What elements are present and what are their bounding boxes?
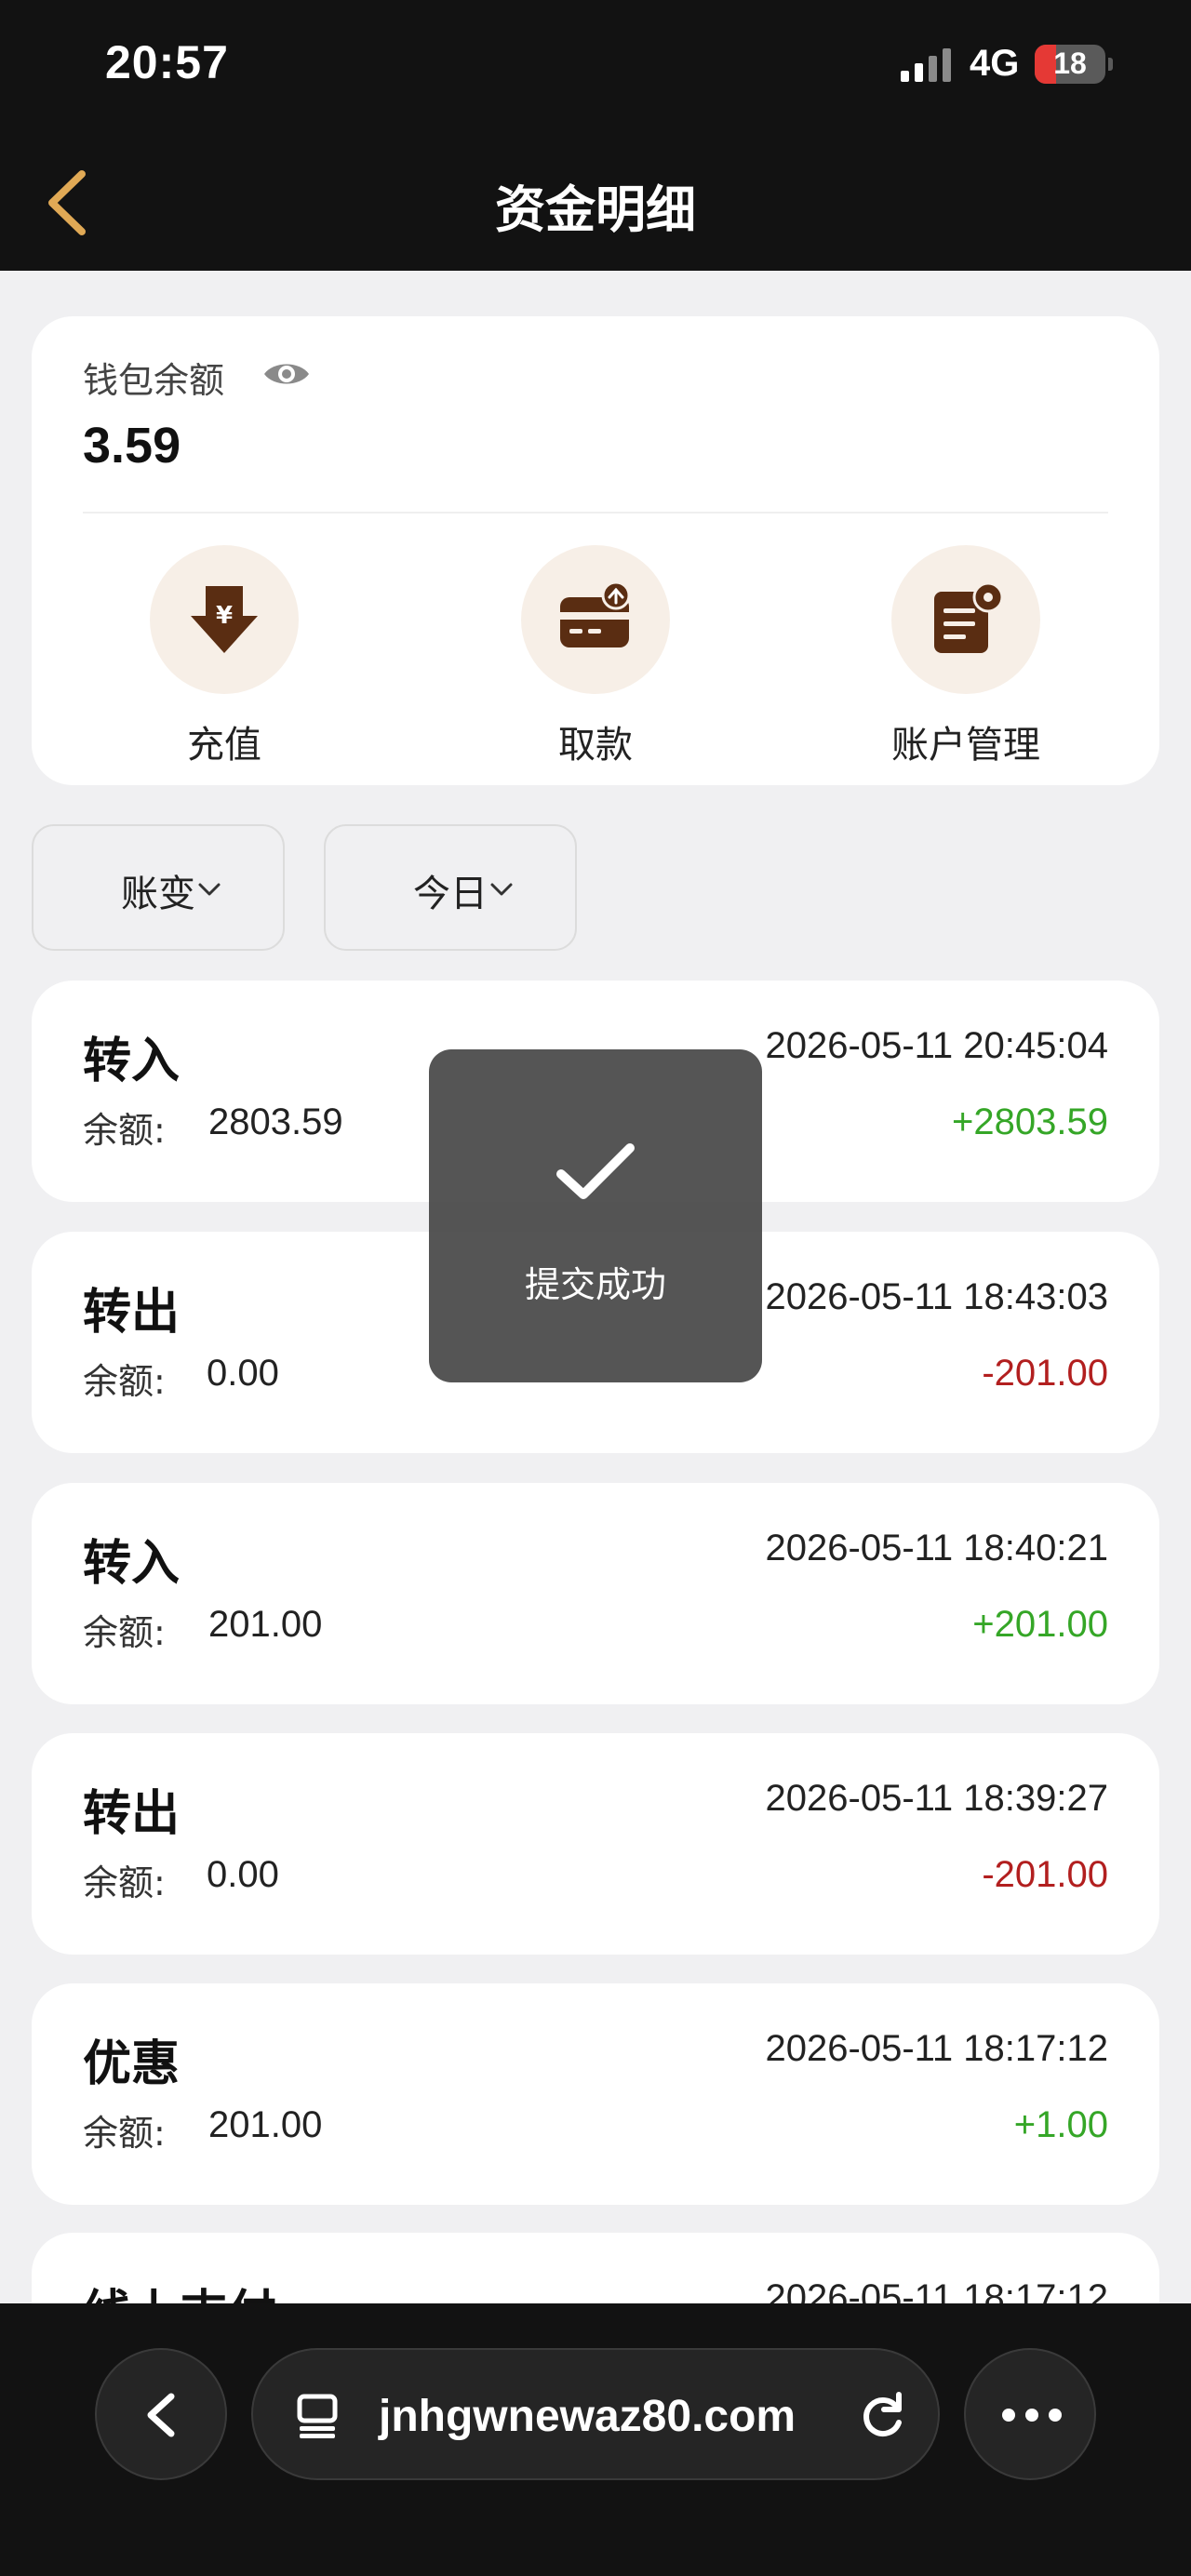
record-amount: +201.00 [972, 1604, 1108, 1645]
success-toast: 提交成功 [429, 1049, 762, 1382]
signal-icon [901, 48, 951, 82]
account-icon-wrap [891, 545, 1040, 694]
balance-label: 钱包余额 [83, 360, 225, 401]
filter-transaction-type[interactable]: 账变 [32, 824, 285, 951]
record-row[interactable]: 转入 余额: 201.00 2026-05-11 18:40:21 +201.0… [32, 1483, 1159, 1704]
record-balance-label: 余额: [83, 1862, 166, 1903]
reload-icon[interactable] [858, 2391, 908, 2441]
record-time: 2026-05-11 18:43:03 [765, 1276, 1108, 1317]
balance-value: 3.59 [83, 418, 181, 474]
record-row[interactable]: 优惠 余额: 201.00 2026-05-11 18:17:12 +1.00 [32, 1983, 1159, 2205]
record-balance-value: 0.00 [207, 1353, 279, 1394]
record-type: 转入 [83, 1034, 181, 1089]
battery-icon: 18 [1035, 45, 1105, 84]
divider [83, 512, 1108, 514]
account-settings-icon [934, 581, 1004, 653]
deposit-icon: ¥ [191, 586, 258, 653]
record-row[interactable]: 转出 余额: 0.00 2026-05-11 18:39:27 -201.00 [32, 1733, 1159, 1955]
tabs-icon [297, 2394, 338, 2438]
chevron-down-icon [198, 883, 221, 896]
record-balance-label: 余额: [83, 1612, 166, 1653]
record-balance-label: 余额: [83, 1110, 166, 1151]
network-type: 4G [970, 43, 1020, 84]
withdraw-icon-wrap [521, 545, 670, 694]
filter-date-range[interactable]: 今日 [324, 824, 577, 951]
deposit-button[interactable]: ¥ 充值 [113, 545, 336, 768]
battery-level: 18 [1053, 47, 1087, 80]
record-type: 优惠 [83, 2036, 181, 2092]
toast-message: 提交成功 [524, 1264, 666, 1305]
record-time: 2026-05-11 18:39:27 [765, 1778, 1108, 1819]
record-amount: +1.00 [1013, 2104, 1108, 2145]
chevron-left-icon [147, 2393, 175, 2437]
nav-bar: 资金明细 [0, 135, 1191, 271]
record-type: 转入 [83, 1536, 181, 1592]
svg-text:¥: ¥ [216, 602, 233, 630]
withdraw-label: 取款 [558, 724, 633, 767]
browser-more-button[interactable] [964, 2348, 1096, 2480]
balance-card: 钱包余额 3.59 ¥ 充值 取款 账户管理 [32, 316, 1159, 785]
url-domain: jnhgwnewaz80.com [379, 2392, 796, 2441]
record-balance-label: 余额: [83, 1361, 166, 1402]
record-type: 转出 [83, 1285, 181, 1341]
record-amount: -201.00 [982, 1353, 1108, 1394]
battery-tip [1108, 58, 1113, 71]
deposit-label: 充值 [187, 724, 261, 767]
status-time: 20:57 [105, 36, 229, 88]
record-time: 2026-05-11 18:17:12 [765, 2028, 1108, 2069]
record-balance-value: 201.00 [208, 2104, 323, 2145]
record-balance-label: 余额: [83, 2113, 166, 2154]
status-bar: 20:57 4G 18 [0, 0, 1191, 135]
checkmark-icon [556, 1143, 635, 1199]
browser-toolbar: jnhgwnewaz80.com [0, 2303, 1191, 2576]
record-time: 2026-05-11 18:40:21 [765, 1528, 1108, 1568]
chevron-down-icon [490, 883, 513, 896]
record-amount: +2803.59 [952, 1101, 1108, 1142]
withdraw-card-icon [560, 581, 631, 647]
browser-back-button[interactable] [95, 2348, 227, 2480]
record-amount: -201.00 [982, 1854, 1108, 1895]
record-balance-value: 201.00 [208, 1604, 323, 1645]
address-bar[interactable]: jnhgwnewaz80.com [251, 2348, 940, 2480]
account-management-label: 账户管理 [891, 724, 1040, 767]
more-dots-icon [1002, 2409, 1062, 2422]
record-balance-value: 0.00 [207, 1854, 279, 1895]
deposit-icon-wrap: ¥ [150, 545, 299, 694]
record-balance-value: 2803.59 [208, 1101, 343, 1142]
eye-icon[interactable] [261, 355, 313, 393]
withdraw-button[interactable]: 取款 [484, 545, 707, 768]
page-title: 资金明细 [495, 180, 696, 239]
record-type: 转出 [83, 1786, 181, 1842]
account-management-button[interactable]: 账户管理 [854, 545, 1077, 768]
record-time: 2026-05-11 20:45:04 [765, 1025, 1108, 1066]
